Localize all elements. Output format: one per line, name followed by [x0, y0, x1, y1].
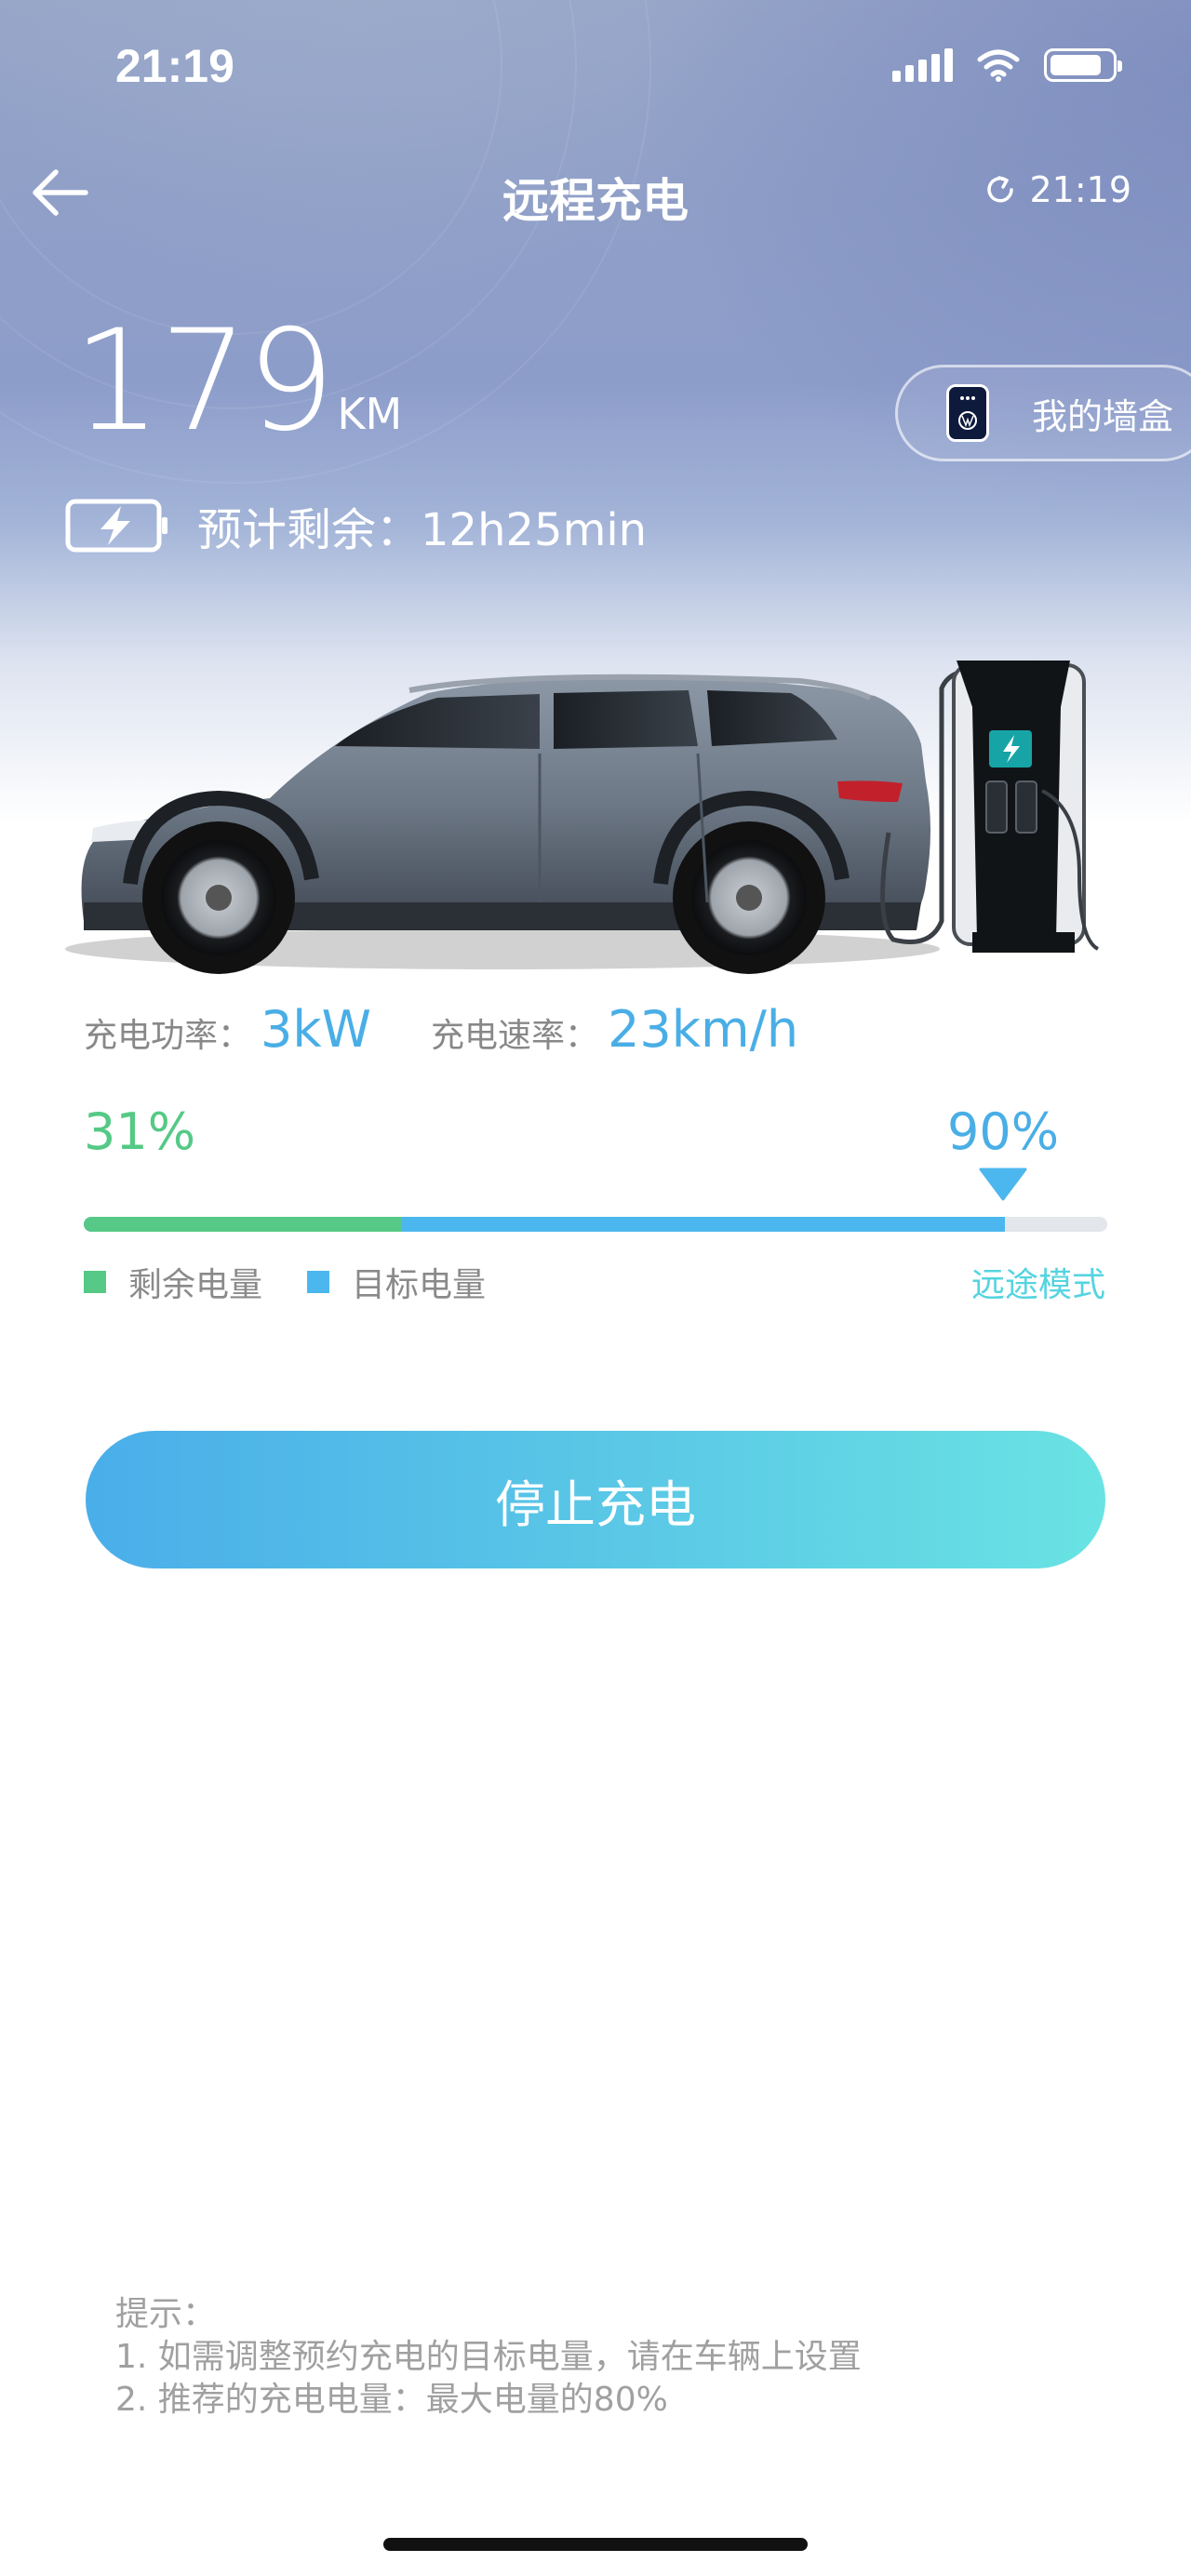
speed-value: 23km/h	[608, 1000, 799, 1059]
power-value: 3kW	[261, 1000, 372, 1059]
estimate-row: 预计剩余：12h25min	[65, 493, 647, 558]
charging-battery-icon	[65, 499, 167, 553]
legend-current: 剩余电量	[84, 1258, 262, 1306]
legend-target-label: 目标电量	[352, 1266, 487, 1304]
tips-line-2: 2. 推荐的充电电量：最大电量的80%	[115, 2381, 668, 2419]
status-time: 21:19	[115, 40, 234, 92]
wallbox-label: 我的墙盒	[1032, 395, 1174, 437]
range-value: 179	[73, 300, 335, 462]
car-charging-illustration	[65, 661, 1100, 974]
range-unit: KM	[337, 389, 403, 439]
charge-progress-bar[interactable]	[84, 1217, 1107, 1232]
range-display: 179 KM	[73, 312, 402, 451]
legend-target-swatch	[307, 1271, 330, 1293]
legend-current-swatch	[84, 1271, 106, 1293]
charging-metrics: 充电功率： 3kW 充电速率： 23km/h	[84, 1000, 798, 1059]
car-icon	[81, 674, 931, 974]
charger-station-icon	[952, 661, 1100, 953]
tips-section: 提示： 1. 如需调整预约充电的目标电量，请在车辆上设置 2. 推荐的充电电量：…	[115, 2293, 862, 2422]
power-label: 充电功率：	[84, 1017, 252, 1055]
tips-title: 提示：	[115, 2295, 217, 2333]
nav-bar: 远程充电 21:19	[0, 149, 1191, 233]
refresh-button[interactable]: 21:19	[984, 169, 1131, 210]
legend-current-label: 剩余电量	[128, 1266, 263, 1304]
status-icons	[892, 48, 1122, 82]
refresh-icon	[987, 176, 1014, 203]
estimate-text: 预计剩余：12h25min	[197, 504, 648, 556]
stop-charging-button[interactable]: 停止充电	[86, 1431, 1105, 1568]
target-marker-icon[interactable]	[979, 1168, 1027, 1201]
tips-line-1: 1. 如需调整预约充电的目标电量，请在车辆上设置	[115, 2338, 862, 2376]
home-indicator	[383, 2538, 808, 2551]
wifi-icon	[977, 49, 1020, 82]
current-charge-percent: 31%	[84, 1102, 196, 1161]
current-charge-fill	[84, 1217, 401, 1232]
target-charge-percent: 90%	[947, 1102, 1060, 1161]
cellular-signal-icon	[892, 48, 953, 82]
my-wallbox-button[interactable]: 我的墙盒	[895, 365, 1191, 461]
battery-icon	[1044, 48, 1122, 82]
speed-label: 充电速率：	[431, 1017, 599, 1055]
wallbox-icon	[946, 384, 989, 442]
legend-target: 目标电量	[307, 1258, 486, 1306]
refresh-time: 21:19	[1029, 169, 1131, 210]
long-trip-mode-link[interactable]: 远途模式	[971, 1258, 1105, 1306]
charge-legend: 剩余电量 目标电量	[84, 1258, 486, 1306]
